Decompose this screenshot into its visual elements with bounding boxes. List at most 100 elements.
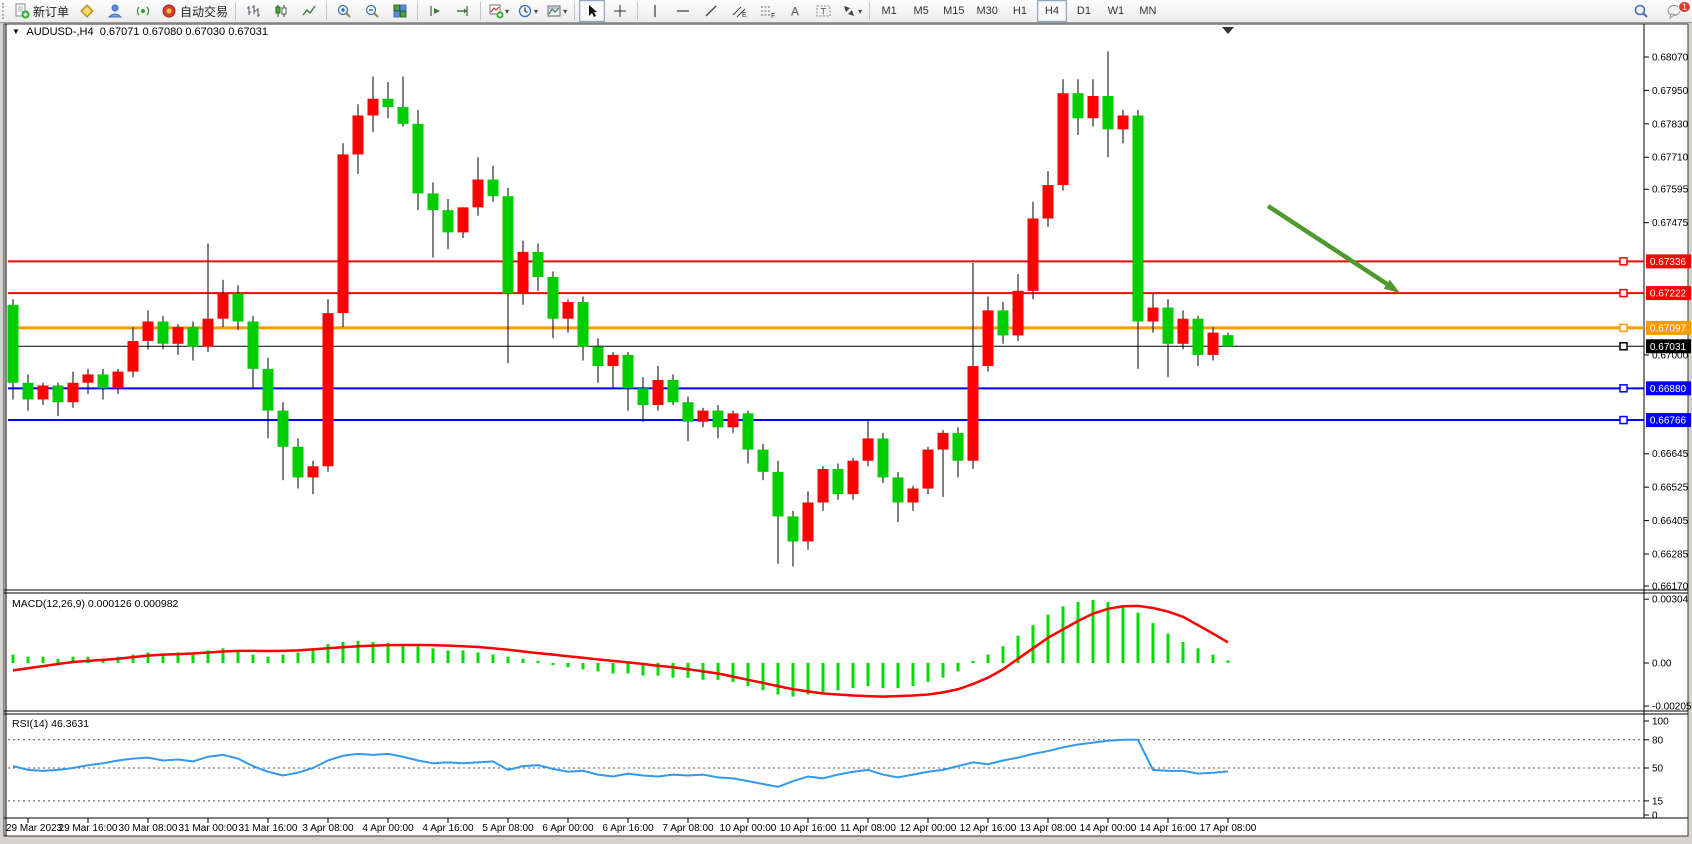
main-toolbar: 新订单 自动交易 (0, 0, 1692, 23)
horizontal-line-button[interactable] (670, 0, 696, 22)
trendline-button[interactable] (698, 0, 724, 22)
line-chart-button[interactable] (296, 0, 322, 22)
rsi-pane-label: RSI(14) 46.3631 (12, 718, 89, 730)
fibonacci-icon: F (759, 3, 776, 19)
timeframe-m5-button[interactable]: M5 (906, 0, 936, 22)
timeframe-d1-button[interactable]: D1 (1069, 0, 1099, 22)
svg-text:100: 100 (1652, 717, 1669, 728)
macd-pane-label: MACD(12,26,9) 0.000126 0.000982 (12, 598, 178, 610)
chart-title-caret-icon[interactable]: ▼ (12, 27, 20, 36)
dropdown-caret: ▾ (505, 7, 509, 16)
signal-icon (135, 3, 151, 19)
vertical-line-icon (648, 3, 662, 19)
channel-button[interactable]: E (726, 0, 752, 22)
timeframe-mn-button[interactable]: MN (1133, 0, 1163, 22)
chart-ohlc-values: 0.67071 0.67080 0.67030 0.67031 (100, 26, 268, 38)
svg-text:0: 0 (1652, 811, 1658, 822)
svg-text:0.67595: 0.67595 (1652, 185, 1689, 196)
new-order-icon (14, 3, 30, 19)
chart-symbol-period: AUDUSD-,H4 (26, 26, 93, 38)
chart-title: ▼ AUDUSD-,H4 0.67071 0.67080 0.67030 0.6… (12, 26, 268, 38)
svg-text:15: 15 (1652, 796, 1664, 807)
horizontal-line-icon (675, 3, 691, 19)
quotes-button[interactable] (74, 0, 100, 22)
svg-text:5 Apr 08:00: 5 Apr 08:00 (482, 823, 534, 834)
zoom-out-icon (364, 3, 380, 19)
dropdown-caret: ▾ (858, 7, 862, 16)
cursor-button[interactable] (579, 0, 605, 22)
arrows-button[interactable]: ▾ (838, 0, 865, 22)
svg-text:0.67475: 0.67475 (1652, 218, 1689, 229)
text-label-icon: T (815, 3, 832, 19)
vertical-line-button[interactable] (642, 0, 668, 22)
svg-text:0.66645: 0.66645 (1652, 449, 1689, 460)
tile-windows-icon (392, 3, 408, 19)
svg-text:13 Apr 08:00: 13 Apr 08:00 (1020, 823, 1077, 834)
svg-text:T: T (820, 7, 826, 17)
zoom-in-button[interactable] (331, 0, 357, 22)
timeframe-h4-button[interactable]: H4 (1037, 0, 1067, 22)
new-order-button[interactable]: 新订单 (11, 0, 72, 22)
svg-text:0.68070: 0.68070 (1652, 53, 1689, 64)
timeframe-m15-button[interactable]: M15 (938, 0, 969, 22)
svg-text:0.66170: 0.66170 (1652, 581, 1689, 592)
toolbar-separator (326, 2, 327, 20)
templates-button[interactable]: ▾ (543, 0, 570, 22)
timeframe-m1-button[interactable]: M1 (874, 0, 904, 22)
chart-shift-button[interactable] (450, 0, 476, 22)
toolbar-right-group: 1 (1627, 0, 1688, 22)
notifications-button[interactable]: 1 (1661, 0, 1687, 22)
candlestick-chart-icon (273, 3, 289, 19)
periods-button[interactable]: ▾ (514, 0, 541, 22)
auto-scroll-button[interactable] (422, 0, 448, 22)
trendline-icon (703, 3, 719, 19)
svg-text:10 Apr 16:00: 10 Apr 16:00 (780, 823, 837, 834)
svg-text:12 Apr 16:00: 12 Apr 16:00 (960, 823, 1017, 834)
svg-text:29 Mar 2023: 29 Mar 2023 (6, 823, 63, 834)
search-icon (1633, 3, 1649, 19)
svg-text:10 Apr 00:00: 10 Apr 00:00 (720, 823, 777, 834)
candlestick-chart-button[interactable] (268, 0, 294, 22)
svg-text:0.67336: 0.67336 (1650, 257, 1687, 268)
svg-text:80: 80 (1652, 735, 1664, 746)
signal-button[interactable] (130, 0, 156, 22)
crosshair-icon (612, 3, 628, 19)
svg-text:0.67950: 0.67950 (1652, 86, 1689, 97)
svg-text:6 Apr 00:00: 6 Apr 00:00 (542, 823, 594, 834)
svg-text:17 Apr 08:00: 17 Apr 08:00 (1200, 823, 1257, 834)
auto-trading-button[interactable]: 自动交易 (158, 0, 231, 22)
svg-text:0.67097: 0.67097 (1650, 323, 1687, 334)
fibonacci-button[interactable]: F (754, 0, 780, 22)
profile-icon (107, 3, 123, 19)
svg-text:0.66285: 0.66285 (1652, 549, 1689, 560)
svg-text:0.66880: 0.66880 (1650, 384, 1687, 395)
timeframe-toolbar: M1M5M15M30H1H4D1W1MN (873, 0, 1164, 22)
toolbar-grip (2, 3, 8, 19)
crosshair-button[interactable] (607, 0, 633, 22)
bar-chart-button[interactable] (240, 0, 266, 22)
macd-indicator-values: 0.000126 0.000982 (88, 598, 179, 610)
zoom-out-button[interactable] (359, 0, 385, 22)
chart-shift-icon (455, 3, 471, 19)
text-label-button[interactable]: T (810, 0, 836, 22)
toolbar-separator (637, 2, 638, 20)
price-chart[interactable]: 0.680700.679500.678300.677100.675950.674… (0, 22, 1692, 844)
tile-windows-button[interactable] (387, 0, 413, 22)
channel-icon: E (731, 3, 748, 19)
svg-text:6 Apr 16:00: 6 Apr 16:00 (602, 823, 654, 834)
new-chart-button[interactable]: ▾ (485, 0, 512, 22)
svg-text:F: F (771, 13, 775, 19)
svg-text:0.00: 0.00 (1652, 659, 1672, 670)
text-button[interactable]: A (782, 0, 808, 22)
svg-text:A: A (791, 5, 799, 19)
bar-chart-icon (245, 3, 261, 19)
svg-text:E: E (742, 12, 747, 19)
auto-trading-icon (161, 3, 177, 19)
rsi-indicator-value: 46.3631 (51, 718, 89, 730)
profile-button[interactable] (102, 0, 128, 22)
timeframe-m30-button[interactable]: M30 (972, 0, 1003, 22)
timeframe-h1-button[interactable]: H1 (1005, 0, 1035, 22)
timeframe-w1-button[interactable]: W1 (1101, 0, 1131, 22)
clock-icon (517, 3, 533, 19)
search-button[interactable] (1628, 0, 1654, 22)
